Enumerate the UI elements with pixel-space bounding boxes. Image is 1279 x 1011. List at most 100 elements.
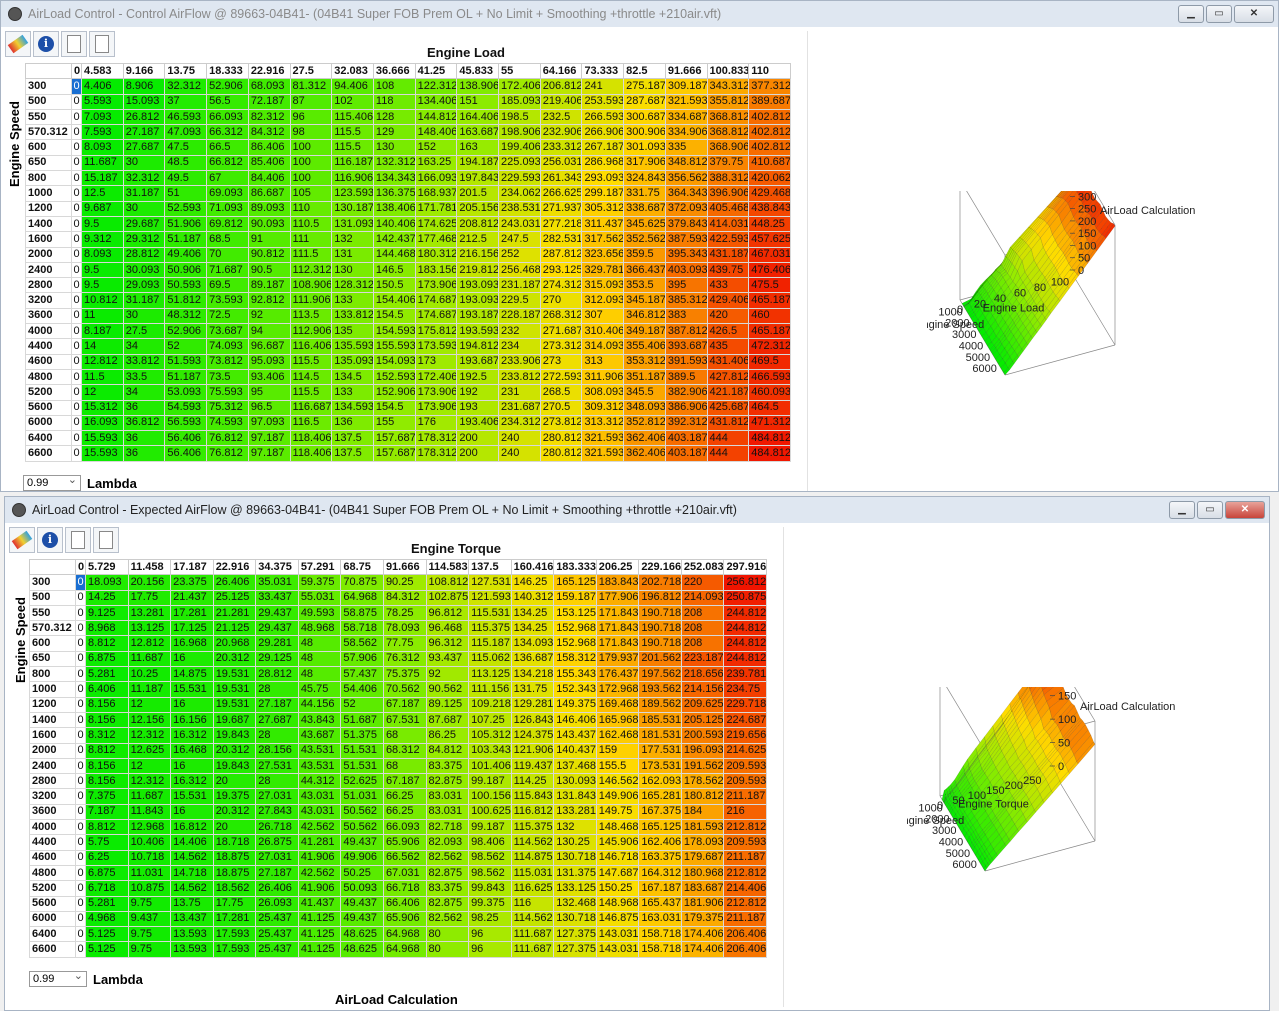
grid-cell[interactable]: 25.437 [255, 910, 299, 928]
grid-cell[interactable]: 31.187 [122, 185, 166, 202]
grid-cell[interactable]: 282.531 [539, 231, 583, 248]
grid-cell[interactable]: 121.593 [468, 589, 512, 606]
minimize-button[interactable]: ▁ [1178, 5, 1204, 23]
grid-cell[interactable]: 173 [414, 353, 458, 370]
grid-cell[interactable]: 29.687 [122, 215, 166, 233]
grid-cell[interactable]: 12 [81, 384, 124, 401]
grid-cell[interactable]: 28.156 [255, 742, 299, 759]
grid-cell[interactable]: 92 [247, 307, 291, 325]
grid-cell[interactable]: 5.75 [85, 834, 129, 851]
grid-cell[interactable]: 19.843 [212, 757, 257, 775]
grid-cell[interactable]: 108 [372, 78, 416, 95]
grid-cell[interactable]: 51.906 [164, 215, 208, 233]
grid-cell[interactable]: 0 [71, 154, 82, 172]
grid-cell[interactable]: 402.812 [748, 108, 791, 126]
grid-cell[interactable]: 206.812 [539, 78, 583, 95]
column-header[interactable]: 0 [75, 558, 86, 576]
grid-cell[interactable]: 0 [75, 788, 86, 805]
grid-cell[interactable]: 310.406 [581, 323, 625, 340]
grid-cell[interactable]: 29.281 [255, 635, 299, 652]
grid-cell[interactable]: 12.156 [127, 711, 172, 729]
grid-cell[interactable]: 18.562 [212, 880, 257, 897]
column-header[interactable]: 36.666 [372, 62, 416, 80]
paint-brush-button[interactable] [9, 527, 35, 553]
grid-cell[interactable]: 27.531 [255, 757, 299, 775]
row-header[interactable]: 4000 [25, 323, 72, 340]
grid-cell[interactable]: 345.5 [623, 384, 666, 401]
grid-cell[interactable]: 171.843 [595, 604, 640, 622]
grid-cell[interactable]: 73.687 [206, 323, 249, 340]
grid-cell[interactable]: 158.718 [638, 926, 682, 943]
grid-cell[interactable]: 12 [127, 696, 172, 713]
grid-cell[interactable]: 14.718 [170, 864, 214, 882]
grid-cell[interactable]: 80 [425, 926, 470, 943]
grid-cell[interactable]: 68 [382, 757, 427, 775]
grid-cell[interactable]: 9.687 [81, 200, 124, 217]
grid-cell[interactable]: 98.406 [468, 834, 512, 851]
grid-cell[interactable]: 155.593 [372, 338, 416, 355]
grid-cell[interactable]: 205.156 [456, 200, 500, 217]
row-header[interactable]: 1400 [29, 711, 76, 729]
grid-cell[interactable]: 244.812 [723, 620, 767, 637]
row-header[interactable]: 300 [29, 574, 76, 591]
grid-cell[interactable]: 313.312 [581, 414, 625, 432]
grid-cell[interactable]: 205.125 [680, 711, 725, 729]
grid-cell[interactable]: 200 [456, 430, 500, 447]
grid-cell[interactable]: 19.687 [212, 711, 257, 729]
grid-cell[interactable]: 131.843 [553, 788, 597, 805]
row-header[interactable]: 1200 [29, 696, 76, 713]
grid-cell[interactable]: 299.187 [581, 185, 625, 202]
grid-cell[interactable]: 37 [164, 93, 208, 110]
grid-cell[interactable]: 271.687 [539, 323, 583, 340]
grid-cell[interactable]: 244.812 [723, 650, 767, 668]
grid-cell[interactable]: 0 [75, 864, 86, 882]
row-header[interactable]: 2400 [25, 261, 72, 279]
grid-cell[interactable]: 82.718 [425, 819, 470, 836]
grid-cell[interactable]: 176 [414, 414, 458, 432]
grid-cell[interactable]: 287.687 [623, 93, 666, 110]
grid-cell[interactable]: 30 [122, 154, 166, 172]
grid-cell[interactable]: 68.093 [247, 78, 291, 95]
grid-cell[interactable]: 206.406 [723, 926, 767, 943]
grid-cell[interactable]: 86.687 [247, 185, 291, 202]
grid-cell[interactable]: 96 [289, 108, 333, 126]
grid-cell[interactable]: 43.687 [297, 727, 342, 744]
grid-cell[interactable]: 137.468 [553, 757, 597, 775]
grid-cell[interactable]: 83.031 [425, 788, 470, 805]
row-header[interactable]: 1400 [25, 215, 72, 233]
grid-cell[interactable]: 49.5 [164, 170, 208, 187]
grid-cell[interactable]: 300.906 [623, 124, 666, 141]
row-header[interactable]: 5600 [29, 895, 76, 912]
grid-cell[interactable]: 475.5 [748, 277, 791, 294]
grid-cell[interactable]: 180.312 [414, 246, 458, 263]
grid-cell[interactable]: 52.625 [340, 773, 384, 790]
surface-plot[interactable]: 250200150100500AirLoad Calculation100020… [907, 687, 1227, 887]
grid-cell[interactable]: 0 [75, 773, 86, 790]
grid-cell[interactable]: 225.093 [498, 154, 541, 172]
row-header[interactable]: 5200 [29, 880, 76, 897]
grid-cell[interactable]: 133.281 [553, 803, 597, 821]
grid-cell[interactable]: 148.406 [414, 124, 458, 141]
grid-cell[interactable]: 99.187 [468, 819, 512, 836]
grid-cell[interactable]: 0 [75, 910, 86, 928]
grid-cell[interactable]: 178.562 [680, 773, 725, 790]
grid-cell[interactable]: 395 [664, 277, 708, 294]
surface-plot[interactable]: 450400350300250200150100500AirLoad Calcu… [927, 191, 1247, 391]
grid-cell[interactable]: 275.187 [623, 78, 666, 95]
grid-cell[interactable]: 114.25 [510, 773, 555, 790]
grid-cell[interactable]: 75.593 [206, 384, 249, 401]
grid-cell[interactable]: 90.5 [247, 261, 291, 279]
grid-cell[interactable]: 14.562 [170, 849, 214, 866]
grid-cell[interactable]: 69.5 [206, 277, 249, 294]
grid-cell[interactable]: 252 [498, 246, 541, 263]
grid-cell[interactable]: 0 [71, 353, 82, 370]
grid-cell[interactable]: 0 [75, 620, 86, 637]
grid-cell[interactable]: 403.187 [664, 445, 708, 462]
grid-cell[interactable]: 32.312 [164, 78, 208, 95]
grid-cell[interactable]: 15.531 [170, 681, 214, 698]
grid-cell[interactable]: 49.437 [340, 910, 384, 928]
grid-cell[interactable]: 90.093 [247, 215, 291, 233]
grid-cell[interactable]: 64.968 [382, 926, 427, 943]
grid-cell[interactable]: 42.562 [297, 864, 342, 882]
grid-cell[interactable]: 20.312 [212, 742, 257, 759]
